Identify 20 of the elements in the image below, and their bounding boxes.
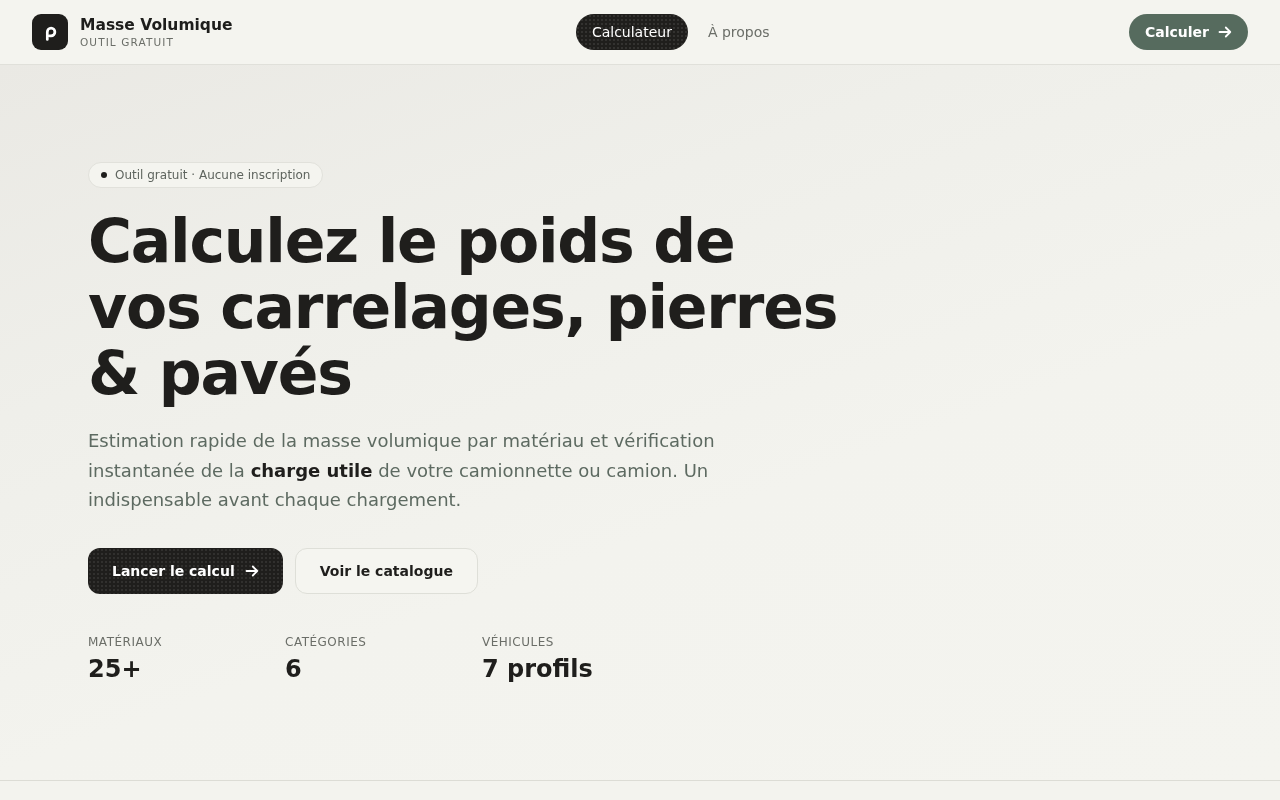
- brand-subtitle: OUTIL GRATUIT: [80, 34, 175, 49]
- hero-description: Estimation rapide de la masse volumique par matériau et vérification instantanée de la charge utile de votre camionnette ou camion. Un indispensable avant chaque chargement.: [88, 429, 716, 512]
- primary-button[interactable]: Lancer le calcul: [88, 547, 283, 594]
- arrow-right-icon: [1218, 25, 1232, 39]
- hero-heading: Calculez le poids de vos carrelages, pierres & pavés: [88, 208, 839, 406]
- stat-label: MATÉRIAUX: [88, 633, 163, 650]
- calculate-button[interactable]: Calculer: [1129, 14, 1248, 50]
- secondary-button[interactable]: Voir le catalogue: [294, 547, 478, 594]
- stat-label: CATÉGORIES: [285, 633, 367, 650]
- stat-value: 7 profils: [482, 653, 593, 684]
- stat-label: VÉHICULES: [482, 633, 554, 650]
- brand-title: Masse Volumique: [80, 15, 233, 35]
- dot-icon: [101, 172, 107, 178]
- badge-text: Outil gratuit · Aucune inscription: [115, 168, 311, 182]
- logo-icon: [32, 14, 68, 50]
- nav-tab[interactable]: Calculateur: [575, 14, 688, 50]
- nav-tab[interactable]: À propos: [691, 14, 786, 50]
- stat-value: 25+: [88, 653, 142, 684]
- arrow-right-icon: [244, 563, 259, 578]
- stat-value: 6: [285, 653, 302, 684]
